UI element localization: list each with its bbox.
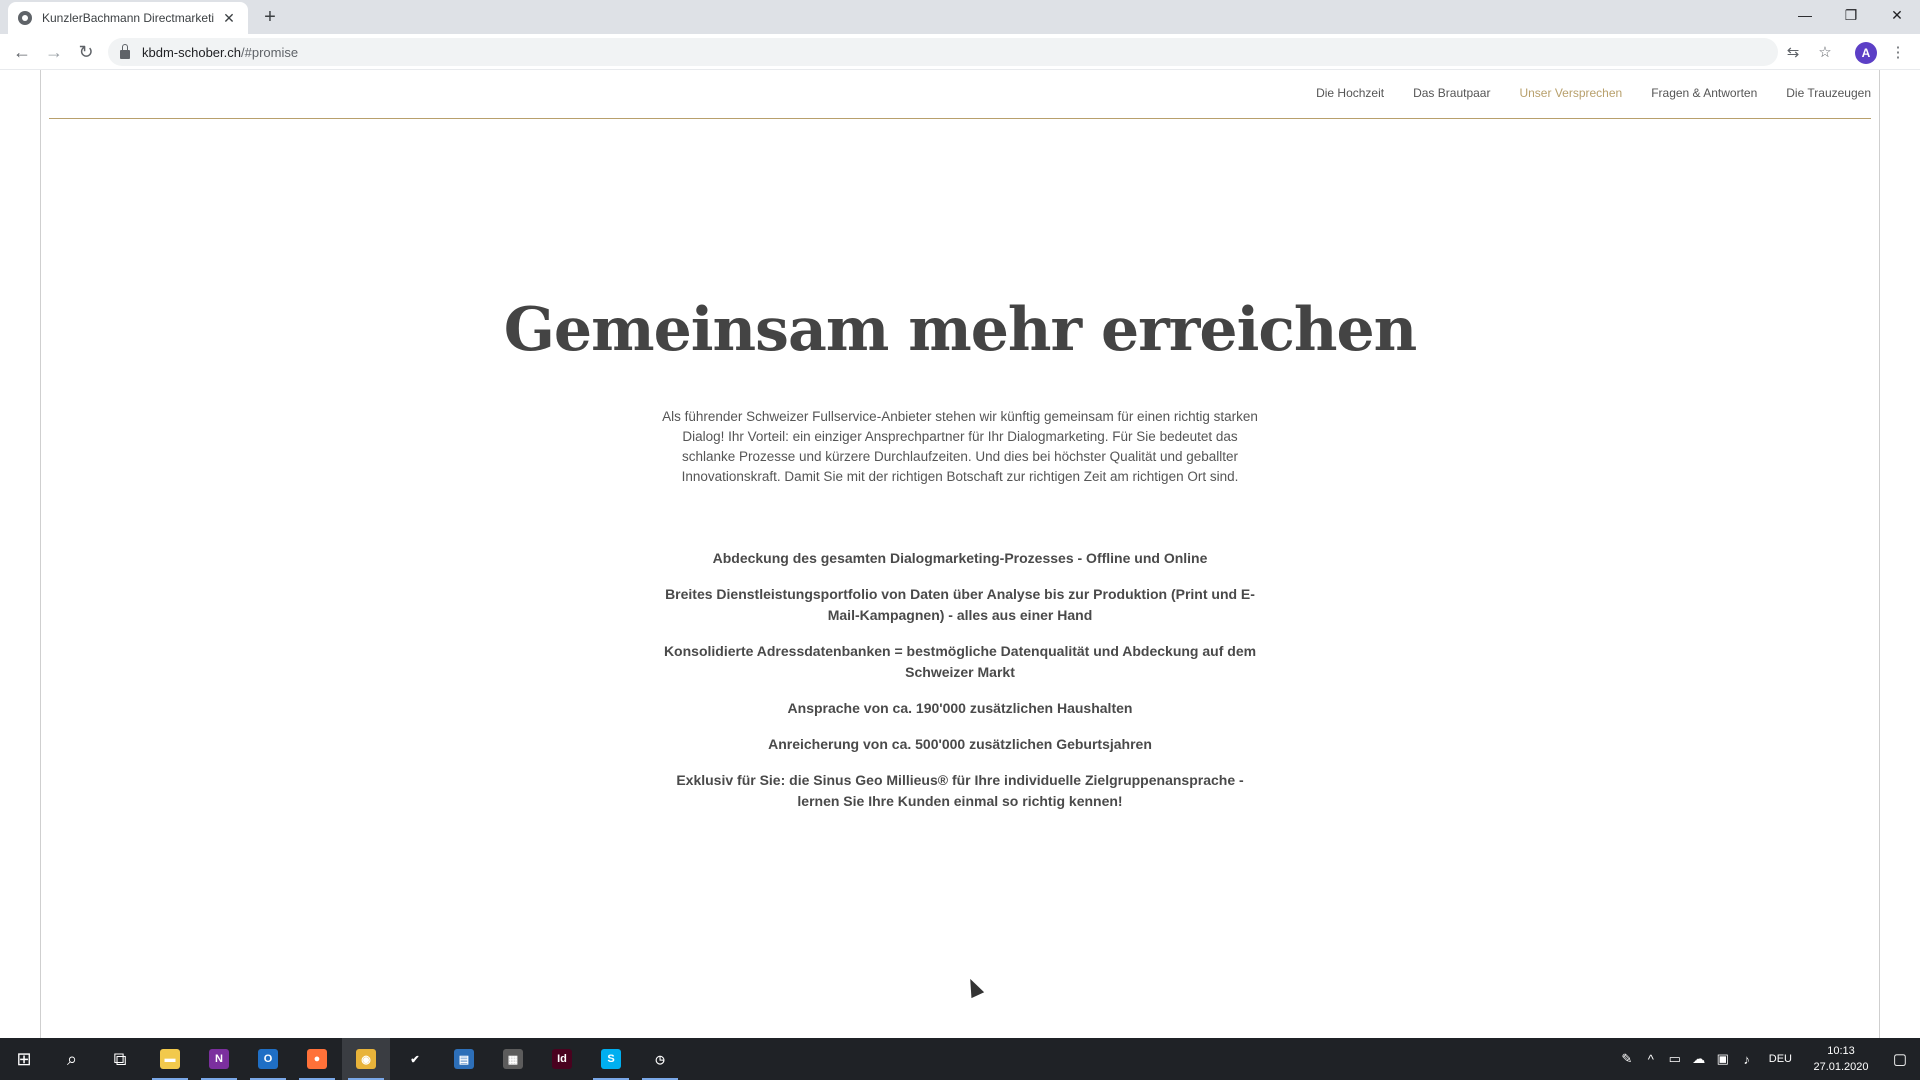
pen-icon[interactable]: ✎ <box>1615 1038 1639 1080</box>
url-path: /#promise <box>241 44 299 60</box>
new-tab-button[interactable]: + <box>258 6 282 30</box>
task-view-icon[interactable]: ⧉ <box>96 1038 144 1080</box>
list-item: Konsolidierte Adressdatenbanken = bestmö… <box>663 643 1257 680</box>
frame-border-left <box>40 70 41 1038</box>
network-icon[interactable]: ▭ <box>1663 1038 1687 1080</box>
forward-icon[interactable]: → <box>42 40 66 64</box>
nav-link-die-hochzeit[interactable]: Die Hochzeit <box>1316 86 1384 100</box>
favicon-icon <box>18 11 32 25</box>
language-indicator[interactable]: DEU <box>1759 1053 1802 1065</box>
start-windows-icon[interactable]: ⊞ <box>0 1038 48 1080</box>
nav-divider <box>49 118 1871 119</box>
taskbar-indesign-icon[interactable]: Id <box>538 1038 586 1080</box>
chevron-up-icon[interactable]: ^ <box>1639 1038 1663 1080</box>
taskbar-file-explorer-icon[interactable]: ▬ <box>146 1038 194 1080</box>
promise-list: Abdeckung des gesamten Dialogmarketing-P… <box>655 548 1265 827</box>
list-item: Anreicherung von ca. 500'000 zusätzliche… <box>768 736 1152 752</box>
frame-border-right <box>1879 70 1880 1038</box>
browser-tab[interactable]: KunzlerBachmann Directmarketi ✕ <box>8 2 248 34</box>
nav-link-unser-versprechen[interactable]: Unser Versprechen <box>1519 86 1622 100</box>
chrome-icon: ◉ <box>356 1049 376 1069</box>
taskbar-notepad-icon[interactable]: ▤ <box>440 1038 488 1080</box>
notification-icon[interactable]: ▢ <box>1880 1038 1920 1080</box>
tab-title: KunzlerBachmann Directmarketi <box>42 11 215 25</box>
site-navigation: Die Hochzeit Das Brautpaar Unser Verspre… <box>1316 86 1871 100</box>
translate-icon[interactable]: ⇆ <box>1783 42 1803 62</box>
taskbar-onenote-icon[interactable]: N <box>195 1038 243 1080</box>
outlook-icon: O <box>258 1049 278 1069</box>
nav-link-die-trauzeugen[interactable]: Die Trauzeugen <box>1786 86 1871 100</box>
page-title: Gemeinsam mehr erreichen <box>503 295 1418 365</box>
notepad-icon: ▤ <box>454 1049 474 1069</box>
system-tray: ✎ ^ ▭ ☁ ▣ ♪ DEU 10:13 27.01.2020 ▢ <box>1615 1038 1920 1080</box>
calculator-icon: ▦ <box>503 1049 523 1069</box>
tab-close-icon[interactable]: ✕ <box>220 10 238 27</box>
indesign-icon: Id <box>552 1049 572 1069</box>
bookmark-star-icon[interactable]: ☆ <box>1815 42 1835 62</box>
intro-paragraph: Als führender Schweizer Fullservice-Anbi… <box>662 409 1258 484</box>
menu-icon[interactable]: ⋮ <box>1888 42 1908 62</box>
cloud-icon[interactable]: ☁ <box>1687 1038 1711 1080</box>
taskbar-calculator-icon[interactable]: ▦ <box>489 1038 537 1080</box>
taskbar-skype-icon[interactable]: S <box>587 1038 635 1080</box>
taskbar-firefox-icon[interactable]: ● <box>293 1038 341 1080</box>
clock-time: 10:13 <box>1827 1045 1855 1057</box>
mouse-cursor-icon <box>963 975 985 999</box>
reload-icon[interactable]: ↻ <box>74 40 98 64</box>
search-icon[interactable]: ⌕ <box>48 1038 96 1080</box>
taskbar-checkmark-app-icon[interactable]: ✔ <box>391 1038 439 1080</box>
browser-tab-strip: KunzlerBachmann Directmarketi ✕ + — ❐ ✕ <box>0 0 1920 34</box>
nav-link-das-brautpaar[interactable]: Das Brautpaar <box>1413 86 1490 100</box>
window-controls: — ❐ ✕ <box>1782 0 1920 30</box>
list-item: Ansprache von ca. 190'000 zusätzlichen H… <box>787 700 1133 716</box>
lock-icon <box>120 43 130 59</box>
volume-icon[interactable]: ♪ <box>1735 1038 1759 1080</box>
address-bar[interactable]: kbdm-schober.ch/#promise <box>108 38 1778 66</box>
onenote-icon: N <box>209 1049 229 1069</box>
list-item: Abdeckung des gesamten Dialogmarketing-P… <box>712 550 1208 566</box>
file-explorer-icon: ▬ <box>160 1049 180 1069</box>
checkmark-app-icon: ✔ <box>405 1049 425 1069</box>
security-icon[interactable]: ▣ <box>1711 1038 1735 1080</box>
restore-button[interactable]: ❐ <box>1828 0 1874 30</box>
clock-date: 27.01.2020 <box>1813 1061 1869 1073</box>
list-item: Exklusiv für Sie: die Sinus Geo Millieus… <box>676 772 1244 809</box>
close-window-button[interactable]: ✕ <box>1874 0 1920 30</box>
windows-taskbar: ⊞ ⌕ ⧉ ▬ N O ● ◉ ✔ ▤ ▦ Id S ◷ ✎ ^ ▭ ☁ ▣ ♪ DEU 10:13… <box>0 1038 1920 1080</box>
system-clock[interactable]: 10:13 27.01.2020 <box>1802 1043 1880 1075</box>
profile-avatar[interactable]: A <box>1855 42 1877 64</box>
back-icon[interactable]: ← <box>10 40 34 64</box>
clock-app-icon: ◷ <box>650 1049 670 1069</box>
minimize-button[interactable]: — <box>1782 0 1828 30</box>
nav-link-fragen-antworten[interactable]: Fragen & Antworten <box>1651 86 1757 100</box>
skype-icon: S <box>601 1049 621 1069</box>
browser-toolbar: ← → ↻ kbdm-schober.ch/#promise ⇆ ☆ A ⋮ <box>0 34 1920 70</box>
taskbar-outlook-icon[interactable]: O <box>244 1038 292 1080</box>
list-item: Breites Dienstleistungsportfolio von Dat… <box>665 586 1255 623</box>
page-viewport: Die Hochzeit Das Brautpaar Unser Verspre… <box>0 70 1920 1038</box>
taskbar-clock-app-icon[interactable]: ◷ <box>636 1038 684 1080</box>
firefox-icon: ● <box>307 1049 327 1069</box>
taskbar-chrome-icon[interactable]: ◉ <box>342 1038 390 1080</box>
url-host: kbdm-schober.ch <box>142 44 241 60</box>
